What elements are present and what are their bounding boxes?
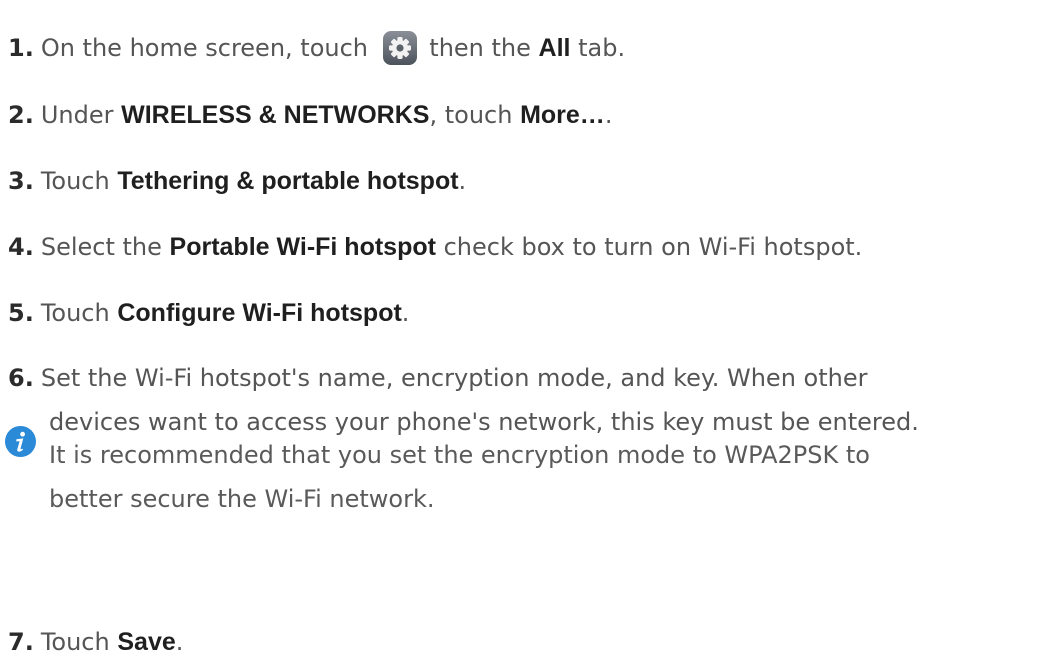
bold-term: Portable Wi-Fi hotspot [169, 233, 436, 261]
step-6: 6. Set the Wi-Fi hotspot's name, encrypti… [8, 364, 867, 392]
step-text: check box to turn on Wi-Fi hotspot. [443, 233, 863, 261]
step-3: 3. Touch Tethering & portable hotspot. [8, 167, 466, 195]
step-text: . [175, 628, 184, 656]
step-number: 3. [8, 167, 34, 195]
step-text: Touch [40, 167, 110, 195]
step-6-continuation: devices want to access your phone's netw… [49, 408, 919, 436]
step-text: tab. [578, 34, 626, 62]
bold-term: WIRELESS & NETWORKS [121, 101, 430, 129]
step-text: Touch [40, 628, 110, 656]
note-line-1: It is recommended that you set the encry… [49, 441, 870, 469]
note-text: It is recommended that you set the encry… [49, 441, 870, 469]
step-text: Select the [40, 233, 162, 261]
step-text: devices want to access your phone's netw… [49, 408, 919, 436]
step-number: 2. [8, 101, 34, 129]
step-text: Under [40, 101, 114, 129]
step-text: , touch [429, 101, 513, 129]
note-text: better secure the Wi-Fi network. [49, 485, 435, 513]
step-text: . [458, 167, 467, 195]
info-icon [5, 426, 36, 457]
bold-term: More… [520, 101, 605, 129]
bold-term: Tethering & portable hotspot [117, 167, 459, 195]
step-number: 7. [8, 628, 34, 656]
step-number: 5. [8, 299, 34, 327]
step-5: 5. Touch Configure Wi-Fi hotspot. [8, 299, 409, 327]
step-1: 1. On the home screen, touch then the All… [8, 31, 625, 65]
bold-term: Configure Wi-Fi hotspot [117, 299, 402, 327]
step-2: 2. Under WIRELESS & NETWORKS, touch More…… [8, 101, 612, 129]
step-text: then the [429, 34, 531, 62]
step-text: Set the Wi-Fi hotspot's name, encryption… [40, 364, 868, 392]
step-text: . [604, 101, 613, 129]
settings-gear-icon [382, 31, 417, 65]
step-text: . [401, 299, 410, 327]
bold-term: Save [117, 628, 176, 656]
step-number: 4. [8, 233, 34, 261]
bold-term: All [538, 34, 571, 62]
step-number: 1. [8, 34, 34, 62]
step-text: Touch [40, 299, 110, 327]
step-text: On the home screen, touch [40, 34, 368, 62]
step-number: 6. [8, 364, 34, 392]
step-7: 7. Touch Save. [8, 628, 183, 656]
step-4: 4. Select the Portable Wi-Fi hotspot chec… [8, 233, 862, 261]
note-line-2: better secure the Wi-Fi network. [49, 485, 435, 513]
